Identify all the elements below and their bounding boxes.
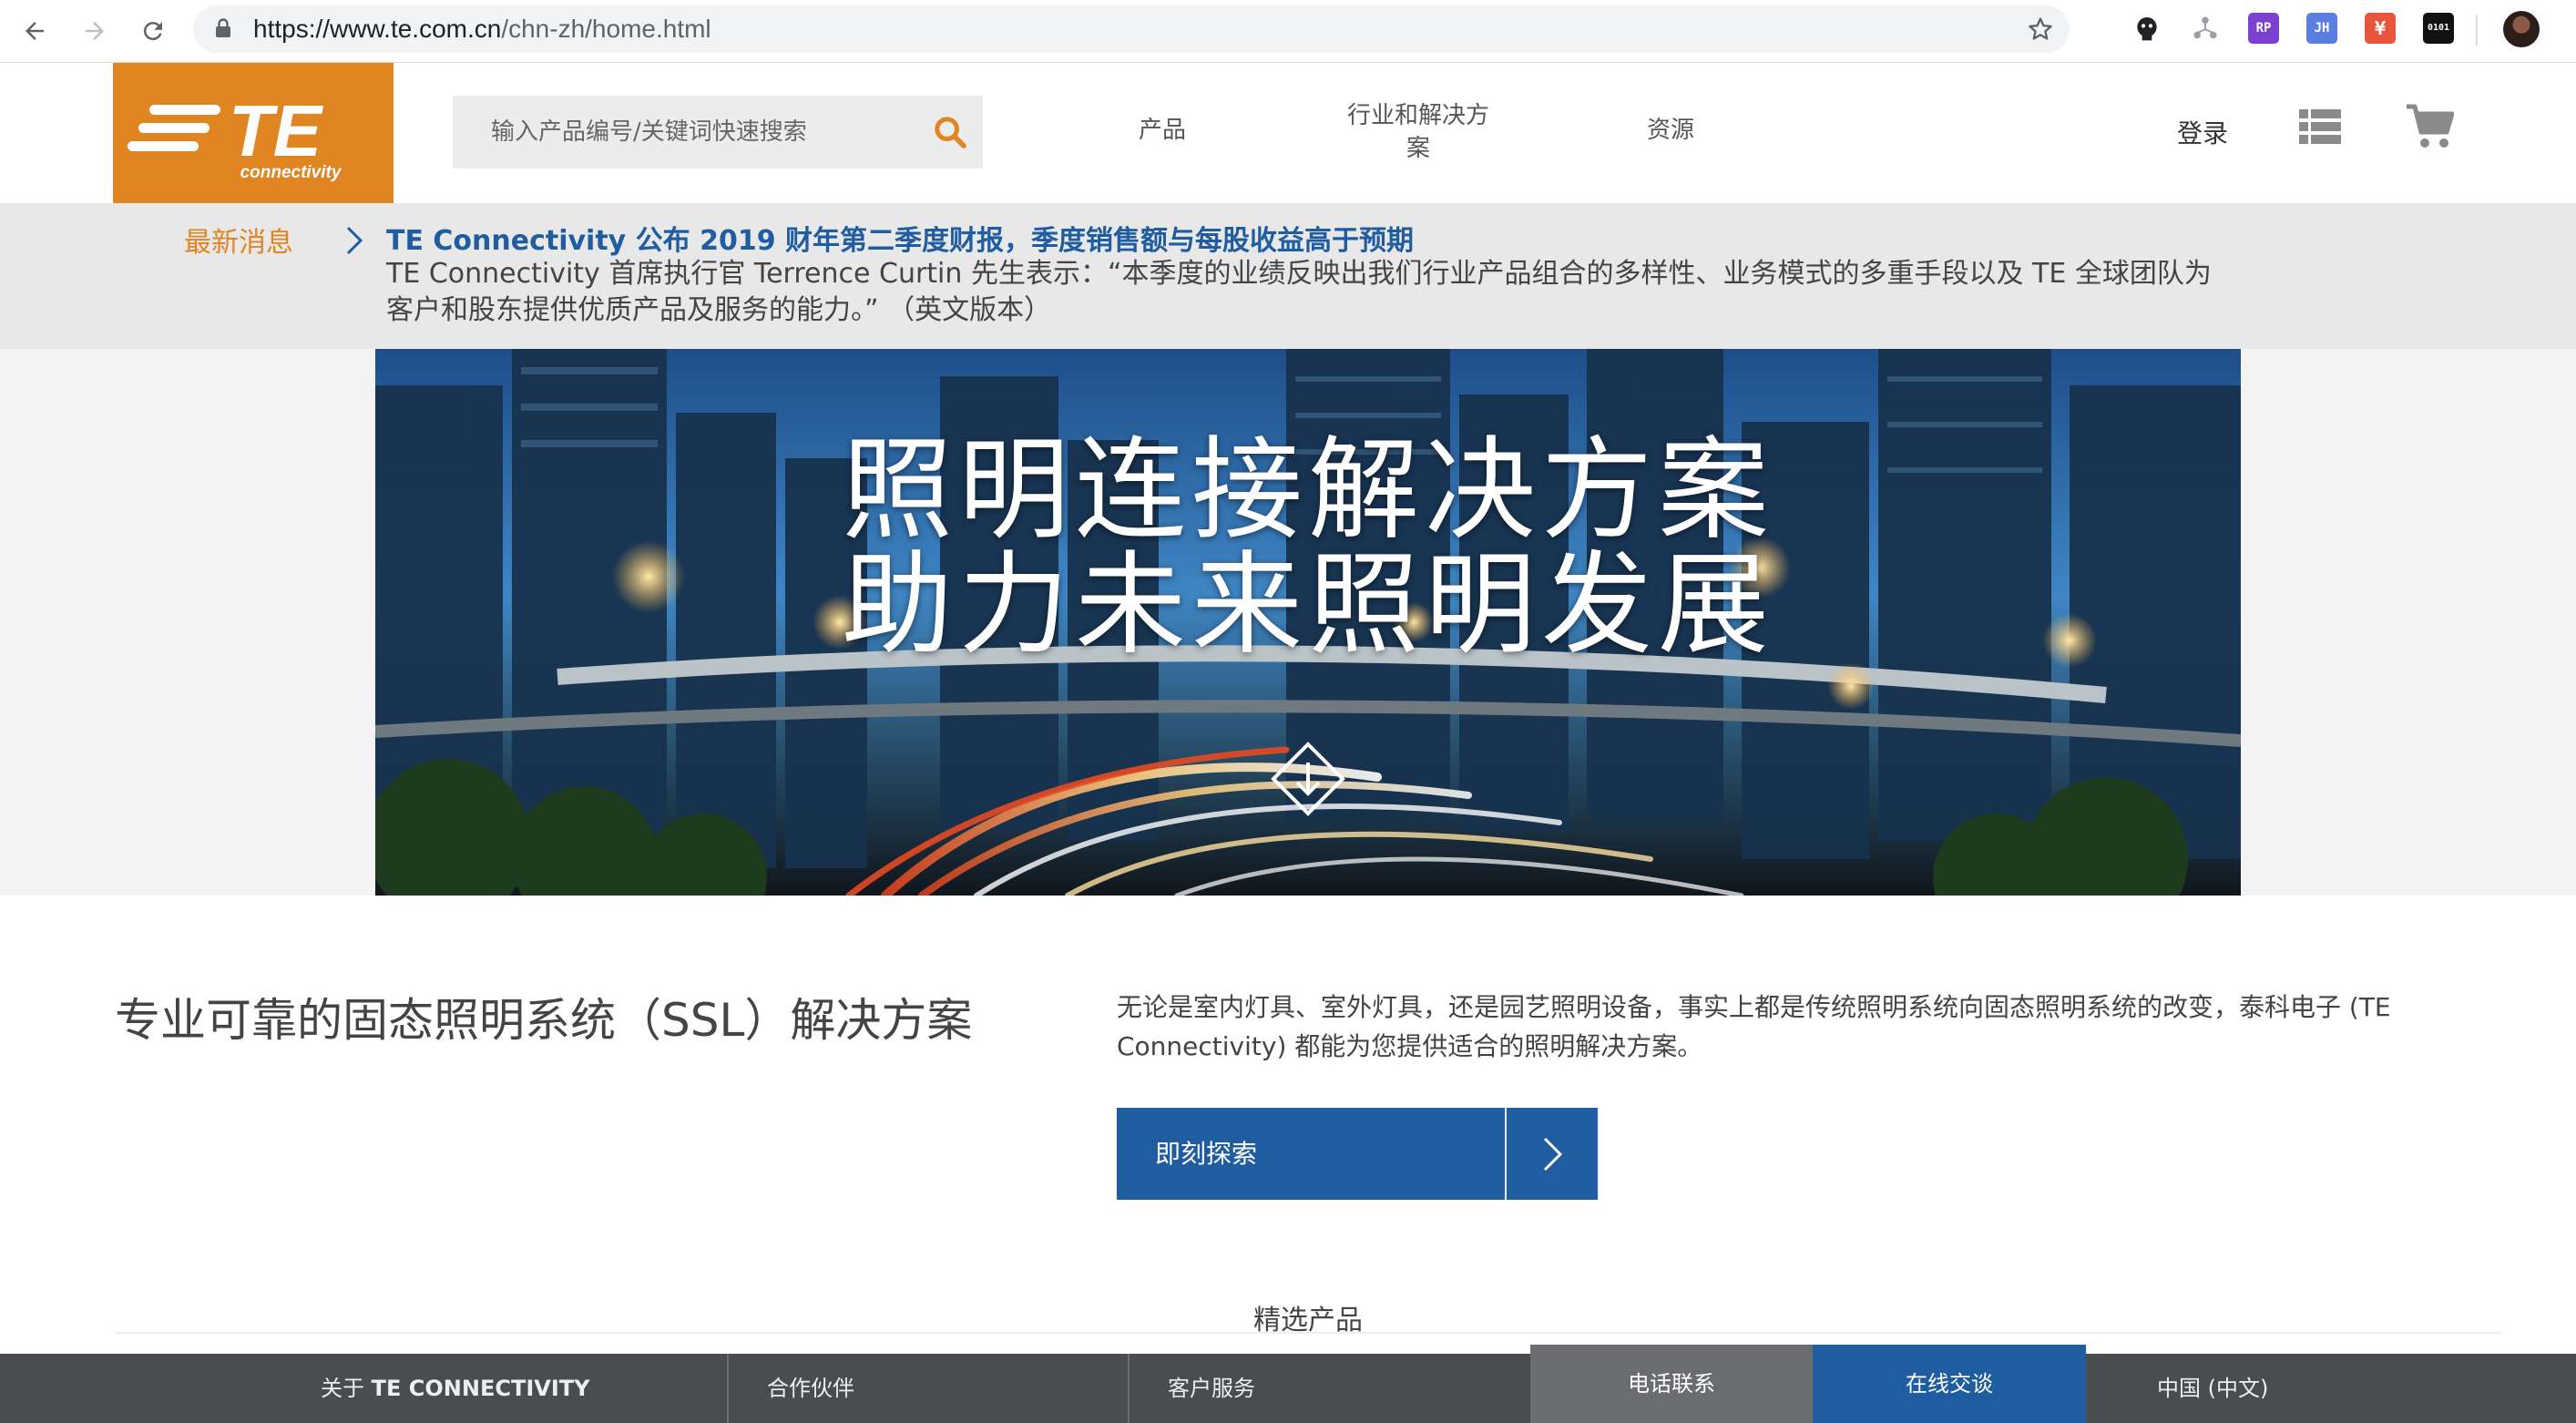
nav-industries-line2: 案	[1406, 135, 1430, 162]
footer-divider	[1128, 1354, 1130, 1423]
scroll-down-icon[interactable]	[1270, 741, 1346, 817]
news-headline-link[interactable]: TE Connectivity 公布 2019 财年第二季度财报，季度销售额与每…	[386, 218, 1414, 258]
forward-arrow-icon	[86, 22, 104, 40]
footer-about-link[interactable]: 关于 TE CONNECTIVITY	[321, 1354, 590, 1423]
chevron-right-icon	[346, 226, 363, 255]
bookmark-star-icon[interactable]	[2026, 15, 2055, 44]
featured-divider	[115, 1332, 2501, 1334]
back-arrow-icon	[26, 22, 44, 40]
search-box	[453, 96, 983, 169]
te-logo-mark-icon: TE connectivity	[128, 90, 342, 182]
footer-chat-button[interactable]: 在线交谈	[1813, 1345, 2086, 1423]
news-body: TE Connectivity 首席执行官 Terrence Curtin 先生…	[386, 256, 2299, 329]
news-body-line1: TE Connectivity 首席执行官 Terrence Curtin 先生…	[386, 258, 2212, 290]
footer-phone-button[interactable]: 电话联系	[1530, 1345, 1813, 1423]
hero-banner[interactable]: 照明连接解决方案 助力未来照明发展	[375, 349, 2241, 896]
toolbar-separator	[2476, 15, 2478, 46]
address-bar[interactable]: https://www.te.com.cn/chn-zh/home.html	[193, 5, 2070, 53]
news-label: 最新消息	[184, 227, 293, 259]
footer-region-selector[interactable]: 中国 (中文)	[2157, 1354, 2268, 1423]
news-body-line2: 客户和股东提供优质产品及服务的能力。” （英文版本）	[386, 294, 1052, 326]
logo-text: TE	[229, 90, 324, 171]
url-path: /chn-zh/home.html	[501, 15, 711, 43]
footer-service-link[interactable]: 客户服务	[1168, 1354, 1255, 1423]
network-icon[interactable]	[2190, 13, 2221, 44]
binary-extension-icon[interactable]: 0101	[2423, 13, 2454, 44]
explore-button-divider	[1505, 1108, 1507, 1200]
footer-divider	[727, 1354, 729, 1423]
nav-products[interactable]: 产品	[1139, 114, 1186, 147]
site-header: TE connectivity 产品 行业和解决方 案 资源 登录	[0, 63, 2576, 203]
search-icon[interactable]	[932, 114, 968, 150]
lock-icon	[216, 18, 230, 37]
footer-about-prefix: 关于	[321, 1376, 372, 1401]
footer-about-brand: TE CONNECTIVITY	[371, 1376, 590, 1401]
section-title: 专业可靠的固态照明系统（SSL）解决方案	[115, 994, 973, 1047]
back-button[interactable]	[13, 9, 56, 53]
browser-toolbar: https://www.te.com.cn/chn-zh/home.html R…	[0, 0, 2576, 63]
chevron-right-icon	[1543, 1137, 1563, 1172]
nav-industries-solutions[interactable]: 行业和解决方 案	[1341, 99, 1496, 165]
footer-bar: 关于 TE CONNECTIVITY 合作伙伴 客户服务 电话联系 在线交谈 中…	[0, 1345, 2576, 1423]
logo-subtext: connectivity	[240, 163, 342, 182]
hero-title-line2: 助力未来照明发展	[842, 540, 1774, 670]
section-description-line2: Connectivity) 都能为您提供适合的照明解决方案。	[1117, 1031, 1703, 1061]
shopping-cart-icon[interactable]	[2405, 103, 2454, 150]
explore-button[interactable]: 即刻探索	[1117, 1108, 1598, 1200]
jh-extension-icon[interactable]: JH	[2306, 13, 2337, 44]
forward-button[interactable]	[73, 9, 117, 53]
search-input[interactable]	[491, 96, 910, 169]
octocat-icon[interactable]	[2131, 13, 2162, 44]
te-logo[interactable]: TE connectivity	[113, 63, 394, 203]
nav-industries-line1: 行业和解决方	[1346, 102, 1489, 129]
explore-button-label: 即刻探索	[1155, 1139, 1258, 1169]
translate-extension-icon[interactable]: ¥	[2365, 13, 2396, 44]
nav-resources[interactable]: 资源	[1647, 114, 1694, 147]
profile-avatar[interactable]	[2503, 11, 2540, 47]
login-link[interactable]: 登录	[2177, 114, 2228, 150]
footer-partners-link[interactable]: 合作伙伴	[767, 1354, 854, 1423]
url-text: https://www.te.com.cn/chn-zh/home.html	[253, 5, 711, 53]
list-menu-icon[interactable]	[2299, 108, 2341, 145]
reload-button[interactable]	[131, 9, 175, 53]
rp-extension-icon[interactable]: RP	[2248, 13, 2279, 44]
latest-news-bar: 最新消息 TE Connectivity 公布 2019 财年第二季度财报，季度…	[0, 203, 2576, 349]
section-description: 无论是室内灯具、室外灯具，还是园艺照明设备，事实上都是传统照明系统向固态照明系统…	[1117, 988, 2410, 1066]
reload-icon	[143, 22, 162, 41]
section-description-line1: 无论是室内灯具、室外灯具，还是园艺照明设备，事实上都是传统照明系统向固态照明系统…	[1117, 992, 2391, 1022]
url-host: https://www.te.com.cn	[253, 15, 502, 43]
